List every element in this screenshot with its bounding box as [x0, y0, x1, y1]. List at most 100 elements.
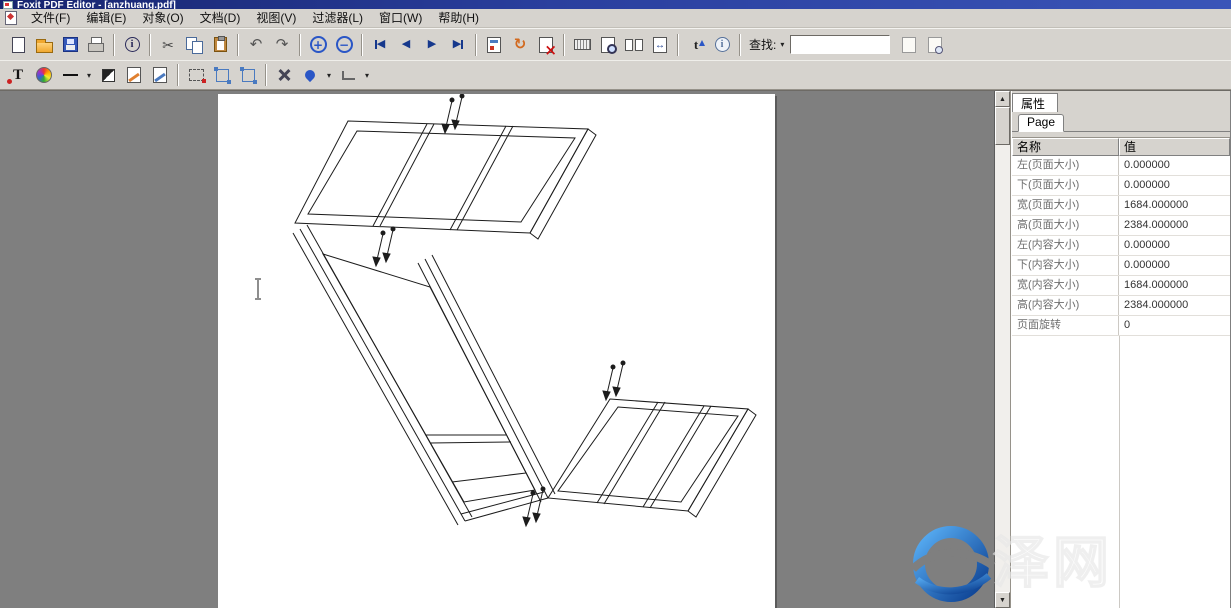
separator	[149, 34, 151, 56]
table-row[interactable]: 高(页面大小) 2384.000000	[1012, 216, 1230, 236]
transform-button[interactable]	[209, 62, 235, 88]
prop-value[interactable]: 1684.000000	[1119, 276, 1230, 295]
fill-style-button[interactable]	[95, 62, 121, 88]
rotate-page-button[interactable]: ↻	[507, 32, 533, 58]
table-row[interactable]: 下(内容大小) 0.000000	[1012, 256, 1230, 276]
line-tool-dropdown[interactable]: ▾	[83, 64, 95, 86]
path-tool-button[interactable]	[335, 62, 361, 88]
fill-square-icon	[102, 69, 115, 82]
redo-button[interactable]: ↷	[269, 32, 295, 58]
toolbar-tools: T ▾ ▾ ▾	[0, 60, 1231, 90]
open-button[interactable]	[31, 32, 57, 58]
vertical-scrollbar[interactable]: ▲ ▼	[995, 91, 1011, 608]
first-page-button[interactable]: ◀	[367, 32, 393, 58]
menu-window[interactable]: 窗口(W)	[371, 9, 430, 28]
insert-text-button[interactable]: t	[683, 32, 709, 58]
paste-button[interactable]	[207, 32, 233, 58]
document-canvas[interactable]	[0, 91, 995, 608]
table-row[interactable]: 宽(页面大小) 1684.000000	[1012, 196, 1230, 216]
prop-value[interactable]: 1684.000000	[1119, 196, 1230, 215]
undo-button[interactable]: ↶	[243, 32, 269, 58]
prop-name: 高(内容大小)	[1012, 296, 1119, 315]
table-row[interactable]: 宽(内容大小) 1684.000000	[1012, 276, 1230, 296]
info-button[interactable]: i	[119, 32, 145, 58]
edit-page-blue-icon	[153, 67, 167, 83]
find-options-dropdown[interactable]: ▾	[776, 34, 788, 56]
prop-value[interactable]: 0	[1119, 316, 1230, 335]
menu-view[interactable]: 视图(V)	[248, 9, 304, 28]
column-header-value[interactable]: 值	[1119, 138, 1230, 156]
text-tool-button[interactable]: T	[5, 62, 31, 88]
tab-page[interactable]: Page	[1018, 114, 1064, 132]
line-tool-button[interactable]	[57, 62, 83, 88]
transform-alt-button[interactable]	[235, 62, 261, 88]
prop-value[interactable]: 0.000000	[1119, 156, 1230, 175]
column-header-name[interactable]: 名称	[1012, 138, 1119, 156]
next-page-button[interactable]: ▶	[419, 32, 445, 58]
select-area-button[interactable]	[183, 62, 209, 88]
tab-properties[interactable]: 属性	[1012, 93, 1058, 112]
prop-value[interactable]: 2384.000000	[1119, 296, 1230, 315]
transform-icon	[216, 69, 229, 82]
table-row[interactable]: 高(内容大小) 2384.000000	[1012, 296, 1230, 316]
separator	[177, 64, 179, 86]
scroll-down-button[interactable]: ▼	[995, 592, 1010, 608]
scrollbar-thumb[interactable]	[995, 107, 1010, 145]
insert-page-button[interactable]	[481, 32, 507, 58]
color-picker-dropdown[interactable]: ▾	[323, 64, 335, 86]
edit-object-button[interactable]	[121, 62, 147, 88]
color-wheel-button[interactable]	[31, 62, 57, 88]
edit-content-button[interactable]	[147, 62, 173, 88]
separator	[299, 34, 301, 56]
find-in-doc-button[interactable]	[896, 32, 922, 58]
find-input[interactable]	[790, 35, 890, 54]
prop-value[interactable]: 2384.000000	[1119, 216, 1230, 235]
menu-help[interactable]: 帮助(H)	[430, 9, 487, 28]
text-insert-icon: t	[694, 38, 698, 51]
print-button[interactable]	[83, 32, 109, 58]
delete-page-button[interactable]	[533, 32, 559, 58]
last-page-button[interactable]: ▶	[445, 32, 471, 58]
zoom-in-button[interactable]: +	[305, 32, 331, 58]
table-row[interactable]: 左(内容大小) 0.000000	[1012, 236, 1230, 256]
zoom-out-button[interactable]: −	[331, 32, 357, 58]
two-page-view-button[interactable]	[621, 32, 647, 58]
copy-icon	[186, 37, 202, 53]
copy-button[interactable]	[181, 32, 207, 58]
menu-object[interactable]: 对象(O)	[134, 9, 191, 28]
color-drop-icon	[303, 68, 317, 82]
prop-value[interactable]: 0.000000	[1119, 236, 1230, 255]
new-button[interactable]	[5, 32, 31, 58]
fit-width-button[interactable]	[647, 32, 673, 58]
fit-width-icon	[653, 37, 667, 53]
prev-page-button[interactable]: ◀	[393, 32, 419, 58]
about-button[interactable]: i	[709, 32, 735, 58]
prop-name: 下(页面大小)	[1012, 176, 1119, 195]
redo-icon: ↷	[276, 37, 289, 52]
menu-edit[interactable]: 编辑(E)	[78, 9, 134, 28]
save-button[interactable]	[57, 32, 83, 58]
cut-button[interactable]: ✂	[155, 32, 181, 58]
tools-button[interactable]	[271, 62, 297, 88]
color-picker-button[interactable]	[297, 62, 323, 88]
menu-file[interactable]: 文件(F)	[23, 9, 78, 28]
cad-line-drawing	[218, 94, 775, 608]
tools-icon	[276, 67, 292, 83]
prop-value[interactable]: 0.000000	[1119, 256, 1230, 275]
table-row[interactable]: 下(页面大小) 0.000000	[1012, 176, 1230, 196]
find-next-button[interactable]	[922, 32, 948, 58]
two-pages-icon	[625, 39, 643, 51]
prop-value[interactable]: 0.000000	[1119, 176, 1230, 195]
keyboard-button[interactable]	[569, 32, 595, 58]
table-row[interactable]: 页面旋转 0	[1012, 316, 1230, 336]
document-menu-icon[interactable]	[5, 11, 17, 25]
path-tool-dropdown[interactable]: ▾	[361, 64, 373, 86]
scroll-up-button[interactable]: ▲	[995, 91, 1010, 107]
menu-document[interactable]: 文档(D)	[192, 9, 249, 28]
scrollbar-track[interactable]	[995, 145, 1010, 592]
table-row[interactable]: 左(页面大小) 0.000000	[1012, 156, 1230, 176]
pdf-page[interactable]	[218, 94, 775, 608]
page-zoom-button[interactable]	[595, 32, 621, 58]
menu-filter[interactable]: 过滤器(L)	[304, 9, 371, 28]
lower-frame	[548, 399, 756, 517]
